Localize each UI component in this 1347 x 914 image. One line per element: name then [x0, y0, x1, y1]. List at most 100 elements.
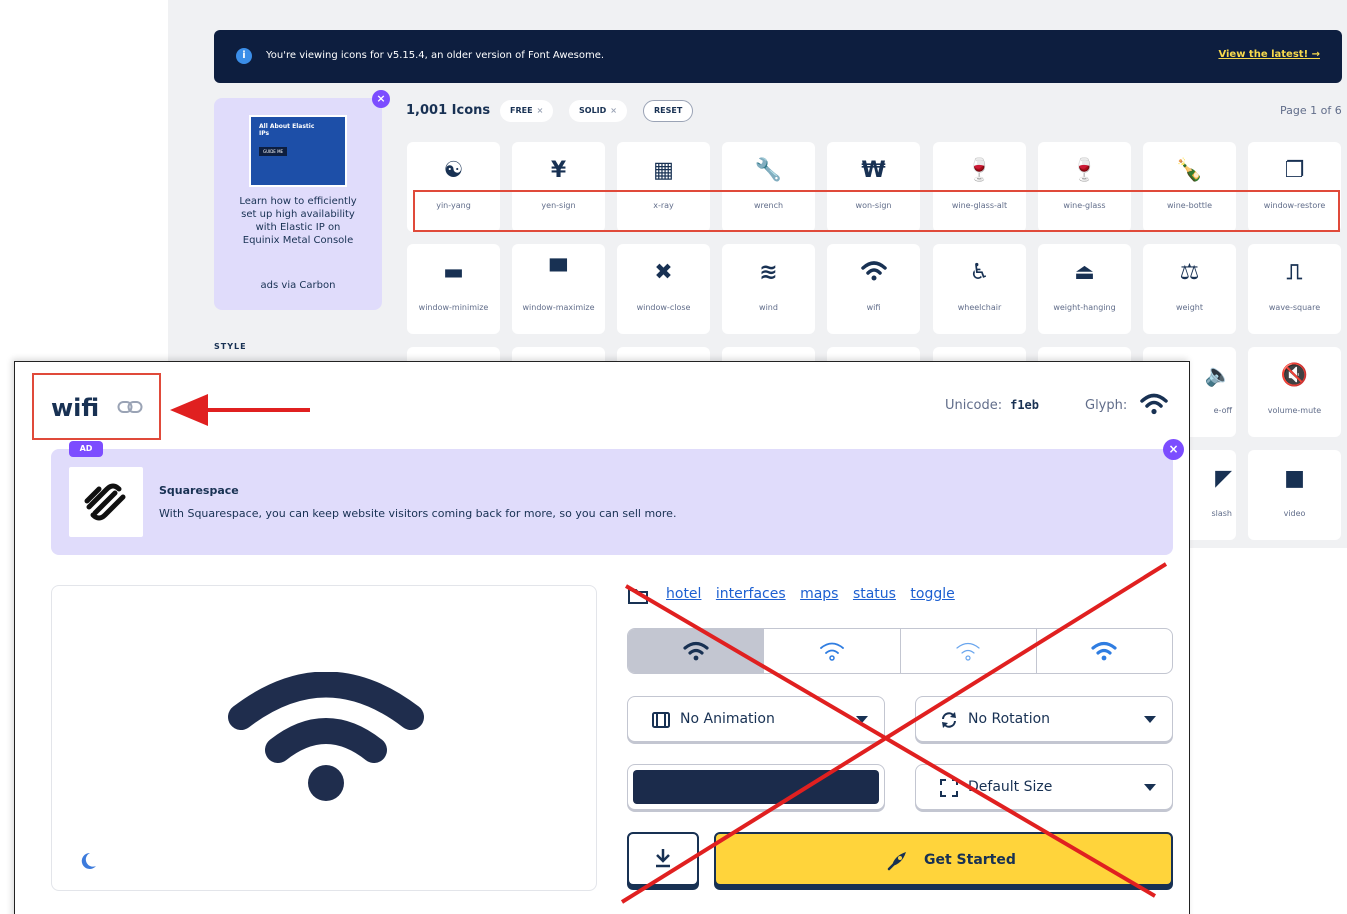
unicode-value[interactable]: f1eb: [1010, 398, 1039, 412]
ad-copy: With Squarespace, you can keep website v…: [159, 507, 677, 520]
version-notice-banner: i You're viewing icons for v5.15.4, an o…: [214, 30, 1342, 83]
tag-status[interactable]: status: [853, 586, 896, 602]
icon-tile-label: wind: [759, 303, 778, 312]
wifi-glyph-icon[interactable]: [1140, 392, 1168, 416]
moon-icon[interactable]: [77, 850, 99, 872]
color-picker-button[interactable]: [627, 764, 885, 810]
chip-remove-icon[interactable]: ×: [610, 106, 617, 115]
carbon-ad-via[interactable]: ads via Carbon: [214, 280, 382, 291]
page-indicator: Page 1 of 6: [1280, 104, 1342, 117]
weight-icon: ⚖: [1179, 260, 1200, 285]
film-icon: [652, 712, 670, 728]
carbon-ad-image[interactable]: All About Elastic IPs GUIDE ME: [249, 115, 347, 187]
wrench-icon: 🔧: [754, 158, 783, 183]
icon-tile-volume-mute[interactable]: 🔇 volume-mute: [1248, 347, 1341, 437]
folder-icon: [628, 589, 648, 604]
wine-glass-icon: 🍷: [1070, 158, 1099, 183]
won-sign-icon: ₩: [861, 158, 886, 183]
tag-maps[interactable]: maps: [800, 586, 838, 602]
view-latest-link[interactable]: View the latest! →: [1218, 49, 1320, 60]
yin-yang-icon: ☯: [443, 158, 464, 183]
wifi-regular-icon: [819, 642, 844, 661]
carbon-close-icon[interactable]: ×: [372, 90, 390, 108]
icon-tile-wave-square[interactable]: ⎍ wave-square: [1248, 244, 1341, 334]
wine-glass-alt-icon: 🍷: [965, 158, 994, 183]
icon-tile-wind[interactable]: ≋ wind: [722, 244, 815, 334]
wheelchair-icon: ♿: [969, 260, 990, 285]
annotation-highlight-box: [413, 190, 1340, 232]
style-duotone-button[interactable]: [1037, 629, 1172, 673]
carbon-ad-image-button: GUIDE ME: [259, 147, 288, 156]
icon-tile-wifi[interactable]: wifi: [827, 244, 920, 334]
icon-tile-wheelchair[interactable]: ♿ wheelchair: [933, 244, 1026, 334]
icon-preview-panel: [51, 585, 597, 891]
reset-button[interactable]: RESET: [643, 100, 694, 122]
rotation-value: No Rotation: [968, 711, 1051, 727]
rotation-select[interactable]: No Rotation: [915, 696, 1173, 742]
category-tags: hotel interfaces maps status toggle: [666, 586, 965, 602]
get-started-button[interactable]: Get Started: [714, 832, 1173, 886]
get-started-label: Get Started: [924, 852, 1016, 868]
icon-tile-video[interactable]: ■ video: [1248, 450, 1341, 540]
icon-tile-label: wave-square: [1268, 303, 1321, 312]
squarespace-ad[interactable]: Squarespace With Squarespace, you can ke…: [51, 449, 1173, 555]
yen-sign-icon: ¥: [550, 158, 567, 183]
x-ray-icon: ▦: [653, 158, 674, 183]
tag-hotel[interactable]: hotel: [666, 586, 701, 602]
icon-tile-label: window-minimize: [418, 303, 489, 312]
window-maximize-icon: ▀: [550, 260, 567, 285]
style-solid-button[interactable]: [628, 629, 765, 673]
tag-interfaces[interactable]: interfaces: [716, 586, 786, 602]
style-regular-button[interactable]: [764, 629, 901, 673]
chevron-down-icon: [856, 716, 868, 723]
download-button[interactable]: [627, 832, 699, 886]
wifi-solid-icon: [683, 641, 709, 661]
chip-free-label: FREE: [510, 106, 533, 115]
sync-icon: [942, 712, 956, 728]
icon-tile-label: weight: [1176, 303, 1203, 312]
icon-tile-weight-hanging[interactable]: ⏏ weight-hanging: [1038, 244, 1131, 334]
icon-tile-weight[interactable]: ⚖ weight: [1143, 244, 1236, 334]
ad-close-icon[interactable]: ×: [1163, 439, 1184, 460]
style-selector: [627, 628, 1173, 674]
glyph-label: Glyph:: [1085, 398, 1128, 413]
style-light-button[interactable]: [901, 629, 1037, 673]
icon-tile-window-minimize[interactable]: ▬ window-minimize: [407, 244, 500, 334]
icon-tile-label: weight-hanging: [1053, 303, 1116, 312]
ad-badge: AD: [69, 441, 103, 457]
style-section-heading: STYLE: [214, 342, 247, 351]
window-restore-icon: ❐: [1284, 158, 1305, 183]
icon-tile-window-maximize[interactable]: ▀ window-maximize: [512, 244, 605, 334]
wifi-icon: [827, 260, 920, 289]
rocket-icon: [887, 852, 906, 871]
annotation-arrow-icon: [170, 394, 310, 426]
chip-remove-icon[interactable]: ×: [537, 106, 544, 115]
color-swatch: [633, 770, 879, 804]
icon-tile-label: window-maximize: [522, 303, 595, 312]
wave-square-icon: ⎍: [1286, 260, 1303, 285]
icon-tile-label: wifi: [866, 303, 881, 312]
unicode-label: Unicode:: [945, 398, 1003, 413]
icon-tile-window-close[interactable]: ✖ window-close: [617, 244, 710, 334]
icon-tile-label: video: [1283, 509, 1306, 518]
wifi-duotone-icon: [1091, 641, 1117, 661]
wine-bottle-icon: 🍾: [1175, 158, 1204, 183]
filter-chip-free[interactable]: FREE ×: [500, 100, 554, 122]
ad-name: Squarespace: [159, 484, 239, 497]
tag-toggle[interactable]: toggle: [910, 586, 954, 602]
carbon-ad-image-title: All About Elastic IPs: [259, 123, 315, 137]
carbon-ad[interactable]: All About Elastic IPs GUIDE ME Learn how…: [214, 98, 382, 310]
download-icon: [656, 849, 670, 868]
size-select[interactable]: Default Size: [915, 764, 1173, 810]
filter-chip-solid[interactable]: SOLID ×: [569, 100, 627, 122]
weight-hanging-icon: ⏏: [1074, 260, 1095, 285]
info-icon: i: [236, 48, 252, 64]
icon-tile-label: volume-mute: [1267, 406, 1322, 415]
video-icon: ■: [1284, 466, 1305, 491]
carbon-ad-text[interactable]: Learn how to efficiently set up high ava…: [238, 195, 358, 247]
volume-mute-icon: 🔇: [1280, 363, 1309, 388]
wifi-preview-icon: [228, 672, 424, 801]
animation-select[interactable]: No Animation: [627, 696, 885, 742]
expand-icon: [940, 779, 958, 797]
size-value: Default Size: [968, 779, 1053, 795]
